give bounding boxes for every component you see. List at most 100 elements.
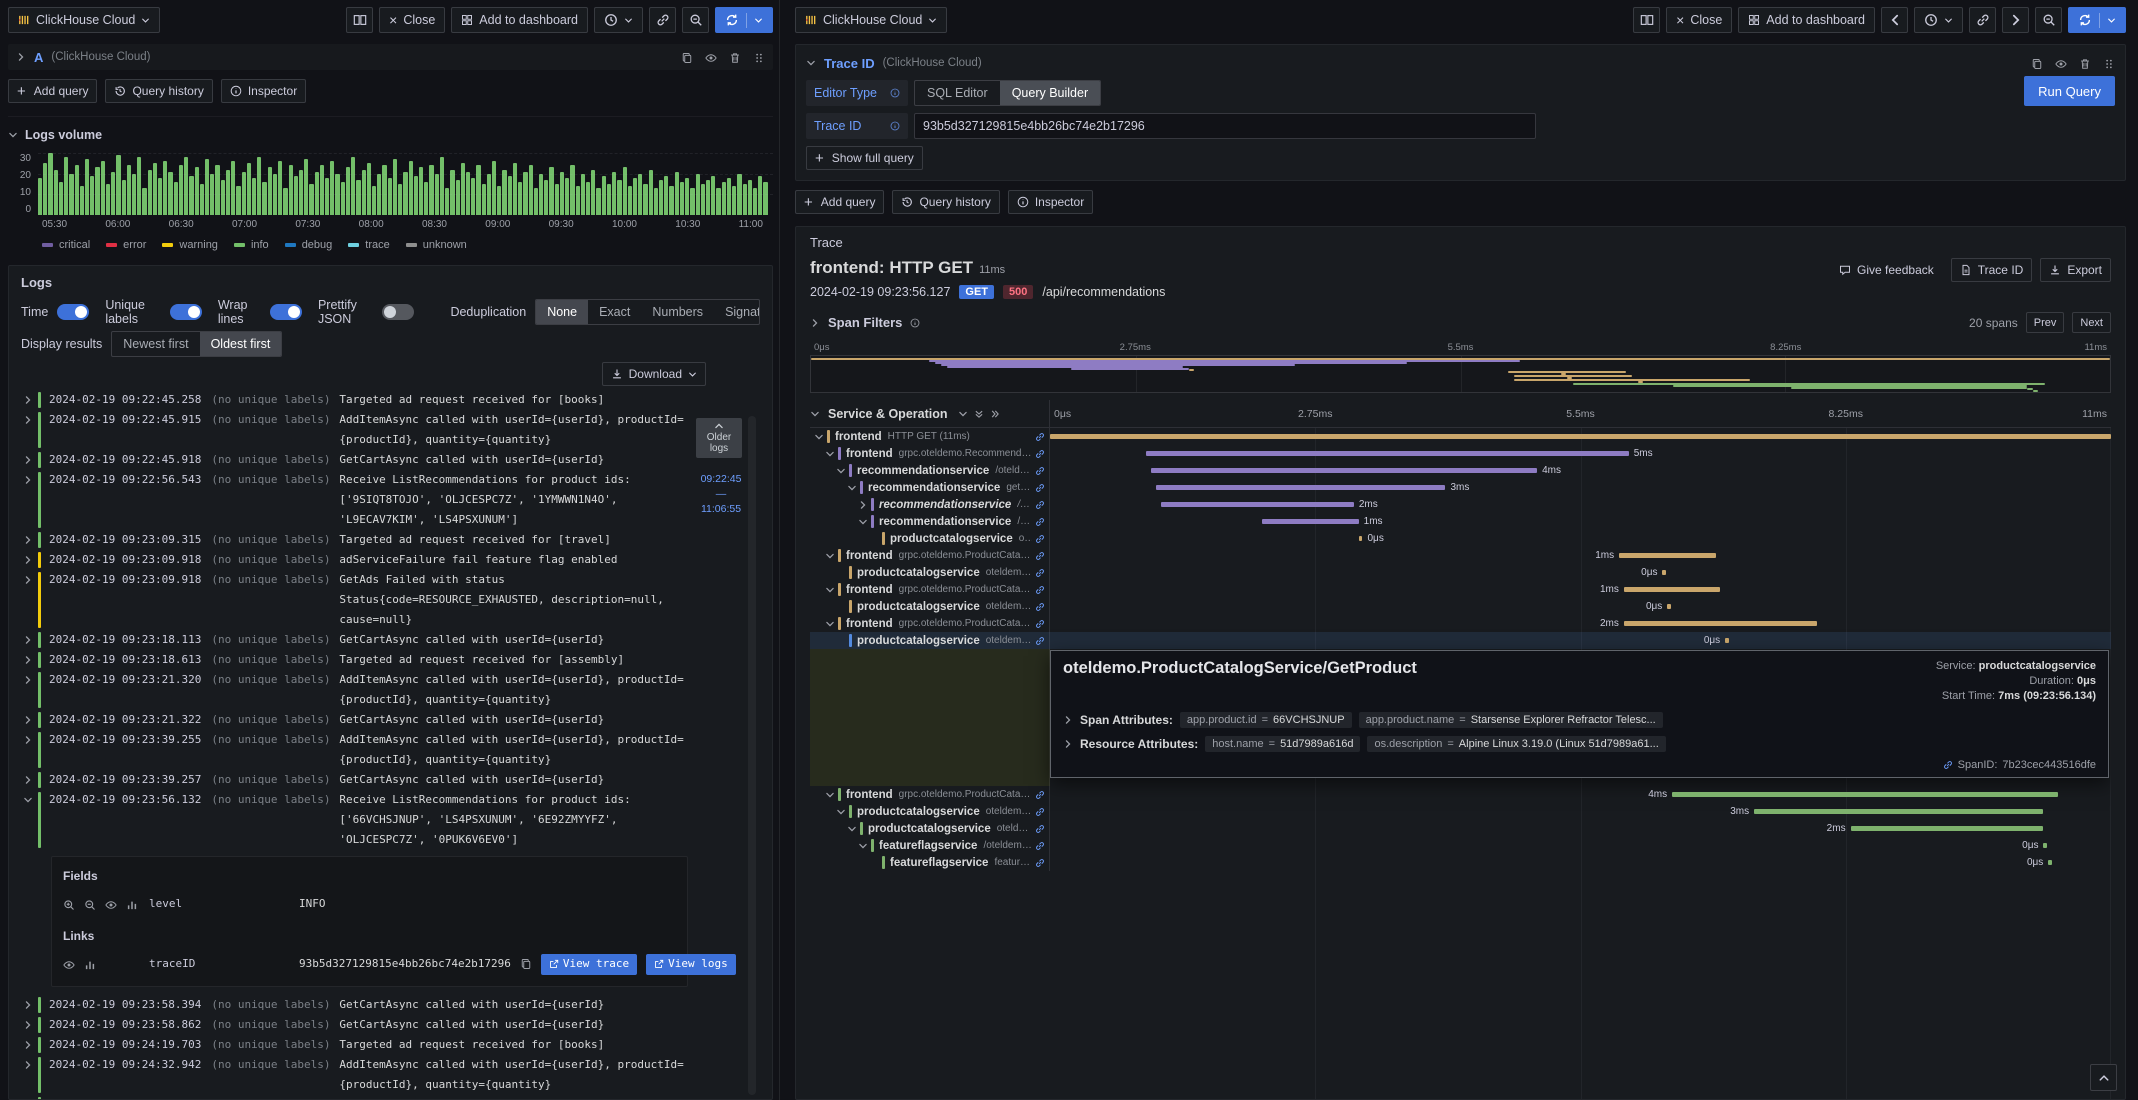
legend-item-unknown[interactable]: unknown: [405, 239, 467, 251]
field-stats-icon[interactable]: [126, 894, 138, 914]
span-timeline-cell[interactable]: 0μs: [1050, 632, 2111, 649]
download-button[interactable]: Download: [601, 362, 706, 386]
span-row[interactable]: productcatalogservice oteldemo.Produc 3ms: [810, 803, 2111, 820]
pane-resize-handle[interactable]: [779, 0, 787, 1100]
remove-query-icon[interactable]: [729, 50, 741, 65]
legend-item-trace[interactable]: trace: [348, 239, 390, 251]
inspector-button[interactable]: Inspector: [220, 79, 307, 103]
log-expand-chevron[interactable]: [23, 730, 38, 750]
dedup-option-signature[interactable]: Signature: [714, 300, 759, 324]
editor-mode-query-builder[interactable]: Query Builder: [999, 81, 1101, 105]
dedup-option-none[interactable]: None: [536, 300, 589, 324]
span-duration-bar[interactable]: [1619, 553, 1716, 558]
log-scrollbar[interactable]: [748, 416, 756, 1095]
add-query-button[interactable]: + Add query: [795, 190, 885, 214]
close-split-button[interactable]: × Close: [1666, 7, 1733, 33]
add-to-dashboard-button[interactable]: Add to dashboard: [451, 7, 588, 33]
log-row[interactable]: 2024-02-19 09:24:19.703 (no unique labels…: [21, 1035, 760, 1055]
legend-item-critical[interactable]: critical: [42, 239, 90, 251]
span-name-cell[interactable]: frontend grpc.oteldemo.ProductCatalogServ…: [810, 615, 1050, 632]
query-history-button[interactable]: Query history: [105, 79, 213, 103]
log-row[interactable]: 2024-02-19 09:23:39.257 (no unique labels…: [21, 770, 760, 790]
span-duration-bar[interactable]: [1623, 587, 1721, 592]
span-collapse-chevron[interactable]: [858, 500, 871, 510]
legend-item-info[interactable]: info: [233, 239, 269, 251]
query-collapse-chevron[interactable]: [806, 58, 816, 68]
span-duration-bar[interactable]: [1623, 621, 1817, 626]
span-name-cell[interactable]: productcatalogservice oteldemo.Fea: [810, 820, 1050, 837]
span-link-icon[interactable]: [1035, 636, 1045, 646]
span-timeline-cell[interactable]: 0μs: [1050, 564, 2111, 581]
log-expand-chevron[interactable]: [23, 470, 38, 490]
hide-query-icon[interactable]: [705, 50, 717, 65]
toggle-switch-unique-labels[interactable]: [169, 304, 202, 320]
zoom-out-button[interactable]: [2035, 7, 2062, 33]
span-timeline-cell[interactable]: 2ms: [1050, 615, 2111, 632]
span-name-cell[interactable]: productcatalogservice oteldemo.Produc: [810, 564, 1050, 581]
span-collapse-chevron[interactable]: [858, 517, 871, 527]
span-timeline-cell[interactable]: 1ms: [1050, 547, 2111, 564]
run-query-button[interactable]: Run Query: [2024, 76, 2115, 106]
span-duration-bar[interactable]: [1672, 792, 2058, 797]
span-collapse-chevron[interactable]: [825, 551, 838, 561]
span-row[interactable]: productcatalogservice oteldemo.Fea 2ms: [810, 820, 2111, 837]
span-timeline-cell[interactable]: 2ms: [1050, 820, 2111, 837]
span-timeline-cell[interactable]: 3ms: [1050, 479, 2111, 496]
span-row[interactable]: frontend grpc.oteldemo.ProductCatalogServ…: [810, 581, 2111, 598]
span-row[interactable]: productcatalogservice otelde 0μs: [810, 530, 2111, 547]
trace-minimap[interactable]: 0μs 2.75ms 5.5ms 8.25ms 11ms: [810, 342, 2111, 393]
display-option-oldest-first[interactable]: Oldest first: [199, 332, 282, 356]
span-name-cell[interactable]: frontend HTTP GET (11ms): [810, 428, 1050, 445]
span-row[interactable]: recommendationservice/oteldemo.Rec 4ms: [810, 462, 2111, 479]
span-row[interactable]: frontend grpc.oteldemo.ProductCatalogServ…: [810, 615, 2111, 632]
span-name-cell[interactable]: productcatalogservice oteldemo.Produc: [810, 803, 1050, 820]
span-collapse-chevron[interactable]: [825, 790, 838, 800]
log-row[interactable]: 2024-02-19 09:24:32.944 (no unique labels…: [21, 1095, 760, 1099]
span-link-icon[interactable]: [1035, 517, 1045, 527]
log-row[interactable]: 2024-02-19 09:23:58.394 (no unique labels…: [21, 995, 760, 1015]
log-row[interactable]: 2024-02-19 09:23:56.132 (no unique labels…: [21, 790, 760, 850]
field-stats-icon[interactable]: [84, 954, 96, 974]
log-expand-chevron[interactable]: [23, 650, 38, 670]
log-row[interactable]: 2024-02-19 09:23:09.918 (no unique labels…: [21, 550, 760, 570]
expand-all-icon[interactable]: [974, 407, 984, 421]
span-link-icon[interactable]: [1035, 466, 1045, 476]
log-row[interactable]: 2024-02-19 09:22:45.915 (no unique labels…: [21, 410, 760, 450]
drag-query-icon[interactable]: [753, 50, 765, 65]
editor-mode-sql-editor[interactable]: SQL Editor: [915, 81, 1000, 105]
span-collapse-chevron[interactable]: [847, 824, 860, 834]
span-name-cell[interactable]: recommendationservice/oteldemo.Rec: [810, 462, 1050, 479]
time-shift-forward-button[interactable]: [2002, 7, 2029, 33]
span-name-cell[interactable]: recommendationservice get_produc: [810, 479, 1050, 496]
legend-item-warning[interactable]: warning: [162, 239, 218, 251]
span-name-cell[interactable]: featureflagservice/oteldemo.Fea: [810, 837, 1050, 854]
log-expand-chevron[interactable]: [23, 550, 38, 570]
permalink-button[interactable]: [1969, 7, 1996, 33]
span-duration-bar[interactable]: [1850, 826, 2044, 831]
trace-id-input[interactable]: [914, 113, 1536, 139]
span-timeline-cell[interactable]: 2ms: [1050, 496, 2111, 513]
duplicate-query-icon[interactable]: [2031, 56, 2043, 71]
span-timeline-cell[interactable]: 1ms: [1050, 581, 2111, 598]
right-datasource-picker[interactable]: ClickHouse Cloud: [795, 7, 948, 33]
log-expand-chevron[interactable]: [23, 390, 38, 410]
log-expand-chevron[interactable]: [23, 995, 38, 1015]
add-to-dashboard-button[interactable]: Add to dashboard: [1738, 7, 1875, 33]
span-duration-bar[interactable]: [1262, 519, 1359, 524]
left-datasource-picker[interactable]: ClickHouse Cloud: [8, 7, 161, 33]
collapse-one-icon[interactable]: [958, 407, 968, 421]
span-row[interactable]: frontend grpc.oteldemo.ProductCatalogServ…: [810, 547, 2111, 564]
log-expand-chevron[interactable]: [23, 770, 38, 790]
copy-icon[interactable]: [520, 954, 532, 974]
log-row[interactable]: 2024-02-19 09:23:21.322 (no unique labels…: [21, 710, 760, 730]
span-link-icon[interactable]: [1035, 824, 1045, 834]
remove-query-icon[interactable]: [2079, 56, 2091, 71]
toggle-field-visibility-icon[interactable]: [63, 954, 75, 974]
view-trace-button[interactable]: View trace: [540, 953, 638, 975]
log-row[interactable]: 2024-02-19 09:23:58.862 (no unique labels…: [21, 1015, 760, 1035]
log-expand-chevron[interactable]: [23, 790, 38, 810]
attribute-chip[interactable]: host.name = 51d7989a616d: [1205, 736, 1361, 752]
zoom-out-button[interactable]: [682, 7, 709, 33]
log-row[interactable]: 2024-02-19 09:23:18.113 (no unique labels…: [21, 630, 760, 650]
span-link-icon[interactable]: [1035, 858, 1045, 868]
